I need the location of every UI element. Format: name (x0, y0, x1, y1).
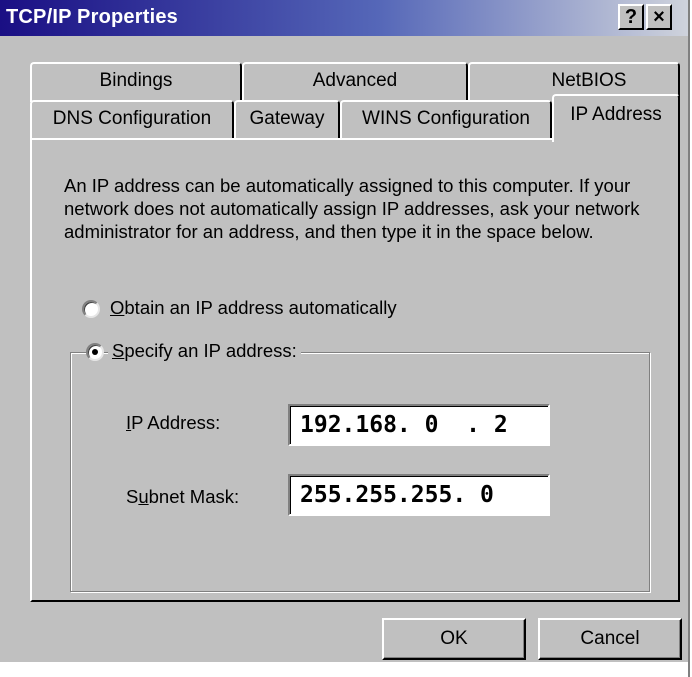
tab-netbios-label: NetBIOS (551, 70, 627, 91)
obtain-ip-text: btain an IP address automatically (124, 297, 397, 318)
subnet-mask-label-text: bnet Mask: (148, 486, 240, 507)
description-text: An IP address can be automatically assig… (64, 175, 640, 242)
subnet-mask-label-pre: S (126, 486, 139, 507)
ip-address-label: IP Address: (126, 412, 221, 434)
radio-selected-dot (92, 349, 98, 355)
ip-address-label-text: P Address: (131, 412, 221, 433)
tab-dns-configuration[interactable]: DNS Configuration (30, 100, 234, 140)
ip-address-page: An IP address can be automatically assig… (30, 138, 680, 602)
specify-ip-groupbox (70, 352, 650, 592)
obtain-ip-mnemonic: O (110, 297, 125, 318)
tab-advanced-label: Advanced (312, 70, 398, 91)
obtain-ip-radio[interactable] (82, 300, 100, 318)
subnet-mask-field[interactable]: 255.255.255. 0 (288, 474, 550, 516)
cancel-button[interactable]: Cancel (538, 618, 682, 660)
ip-address-field[interactable]: 192.168. 0 . 2 (288, 404, 550, 446)
title-bar[interactable]: TCP/IP Properties ? × (0, 0, 688, 36)
window-title: TCP/IP Properties (6, 6, 178, 28)
help-button[interactable]: ? (618, 4, 644, 30)
tab-advanced[interactable]: Advanced (242, 62, 468, 102)
tab-wins-configuration[interactable]: WINS Configuration (340, 100, 552, 140)
tab-bindings[interactable]: Bindings (30, 62, 242, 102)
tab-dns-label: DNS Configuration (52, 108, 212, 129)
obtain-ip-label[interactable]: Obtain an IP address automatically (110, 297, 397, 319)
ok-button[interactable]: OK (382, 618, 526, 660)
subnet-mask-label: Subnet Mask: (126, 486, 240, 508)
specify-ip-label[interactable]: Specify an IP address: (108, 340, 301, 362)
tab-gateway-label: Gateway (249, 108, 325, 129)
close-button[interactable]: × (646, 4, 672, 30)
tab-ip-address-label: IP Address (570, 104, 662, 125)
specify-ip-radio[interactable] (86, 343, 104, 361)
tab-gateway[interactable]: Gateway (234, 100, 340, 140)
specify-ip-text: pecify an IP address: (124, 340, 297, 361)
tab-ip-address[interactable]: IP Address (552, 94, 680, 142)
tab-wins-label: WINS Configuration (362, 108, 530, 129)
tab-bindings-label: Bindings (99, 70, 173, 91)
subnet-mask-mnemonic: u (138, 486, 149, 507)
bottom-strip (0, 662, 688, 677)
specify-ip-mnemonic: S (112, 340, 125, 361)
tcpip-properties-dialog: TCP/IP Properties ? × Bindings Advanced … (0, 0, 690, 677)
